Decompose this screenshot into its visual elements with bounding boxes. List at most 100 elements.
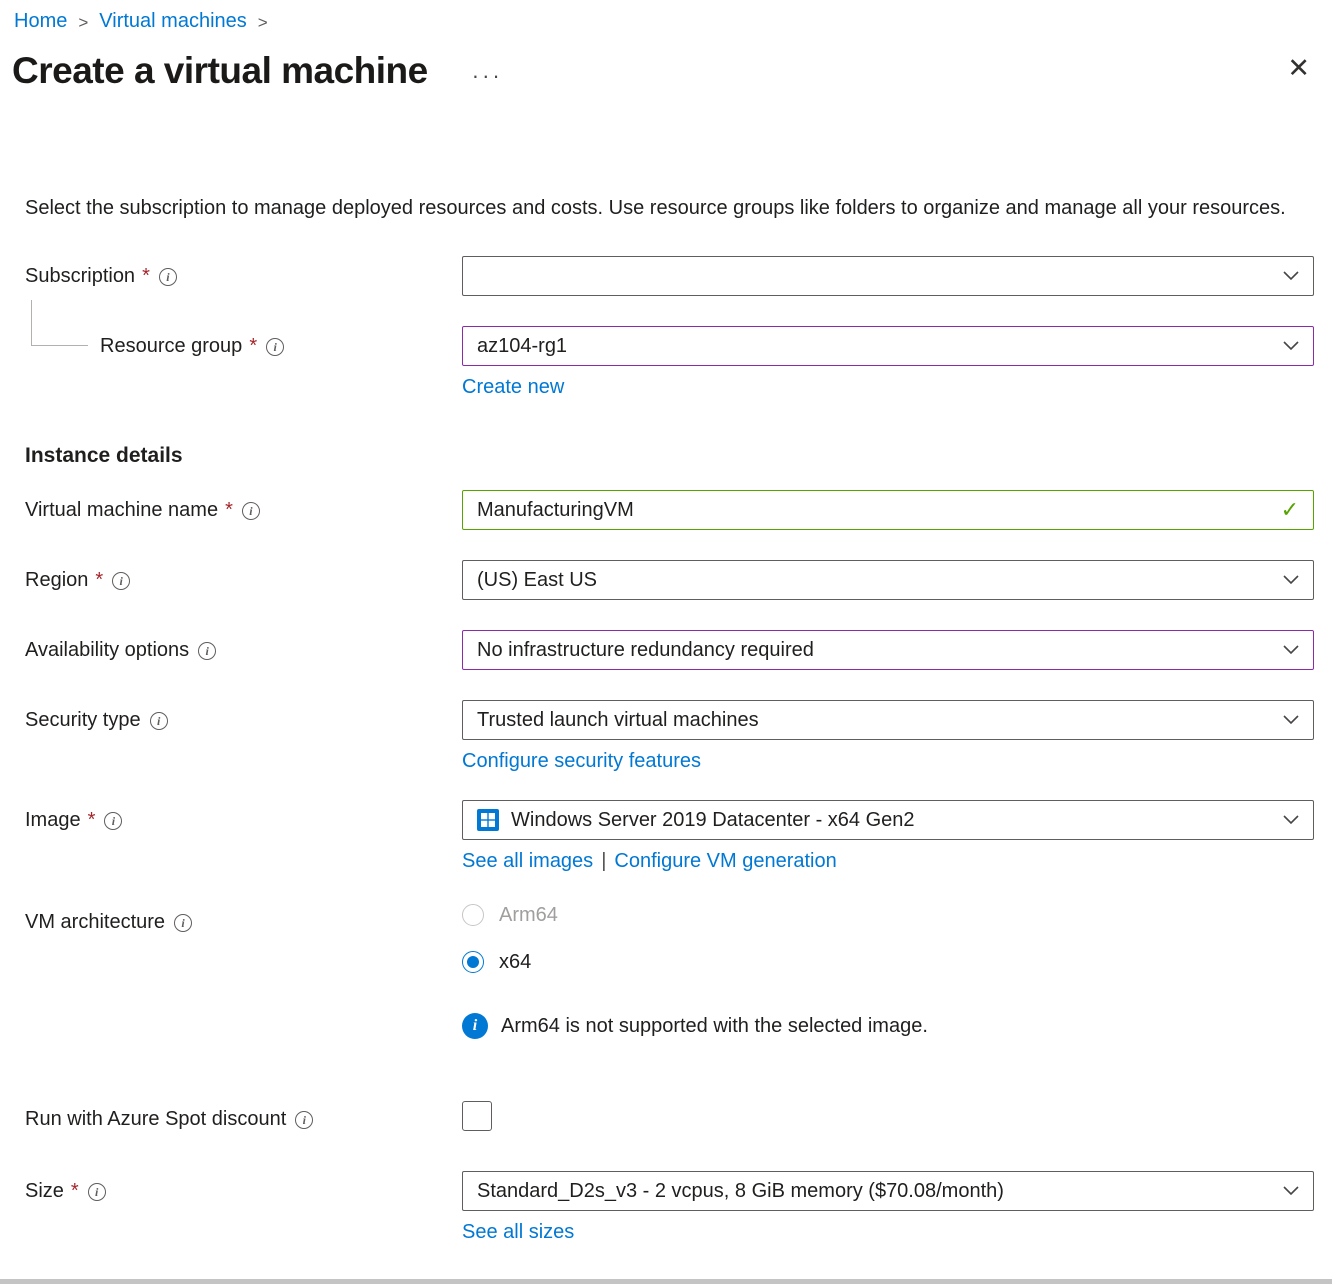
region-label-group: Region * i [25,560,462,592]
availability-control-col: No infrastructure redundancy required [462,630,1314,670]
radio-button-icon [462,904,484,926]
close-icon[interactable]: ✕ [1287,53,1310,83]
see-all-sizes-link[interactable]: See all sizes [462,1220,574,1245]
info-icon[interactable]: i [150,712,168,730]
region-label: Region [25,569,88,592]
required-marker: * [249,335,257,358]
required-marker: * [88,809,96,832]
create-vm-page: Home > Virtual machines > Create a virtu… [0,0,1332,1284]
size-value: Standard_D2s_v3 - 2 vcpus, 8 GiB memory … [477,1180,1004,1203]
image-label-group: Image * i [25,800,462,832]
more-menu-icon[interactable]: ··· [472,63,503,89]
required-marker: * [142,265,150,288]
instance-details-heading: Instance details [25,444,1332,468]
image-value-wrap: Windows Server 2019 Datacenter - x64 Gen… [477,809,915,832]
horizontal-scrollbar[interactable] [0,1279,1332,1284]
info-icon[interactable]: i [295,1111,313,1129]
radio-arm64-label: Arm64 [499,904,558,927]
security-type-label-group: Security type i [25,700,462,732]
chevron-down-icon [1283,1186,1299,1196]
configure-vm-generation-link[interactable]: Configure VM generation [614,849,836,874]
size-control-col: Standard_D2s_v3 - 2 vcpus, 8 GiB memory … [462,1171,1314,1245]
field-row-security-type: Security type i Trusted launch virtual m… [0,700,1332,774]
radio-x64-label: x64 [499,951,531,974]
security-type-label: Security type [25,709,141,732]
field-row-region: Region * i (US) East US [0,560,1332,600]
field-row-subscription: Subscription * i [0,256,1332,296]
chevron-down-icon [1283,815,1299,825]
info-icon[interactable]: i [159,268,177,286]
subscription-label-group: Subscription * i [25,256,462,288]
info-icon[interactable]: i [174,914,192,932]
image-label: Image [25,809,81,832]
field-row-spot-discount: Run with Azure Spot discount i [0,1099,1332,1131]
field-row-size: Size * i Standard_D2s_v3 - 2 vcpus, 8 Gi… [0,1171,1332,1245]
image-control-col: Windows Server 2019 Datacenter - x64 Gen… [462,800,1314,874]
subscription-label: Subscription [25,265,135,288]
chevron-down-icon [1283,715,1299,725]
field-row-vm-architecture: VM architecture i Arm64 x64 i Arm64 is n… [0,902,1332,1039]
info-icon[interactable]: i [88,1183,106,1201]
spot-label-group: Run with Azure Spot discount i [25,1099,462,1131]
region-dropdown[interactable]: (US) East US [462,560,1314,600]
see-all-images-link[interactable]: See all images [462,849,593,874]
info-icon[interactable]: i [112,572,130,590]
chevron-down-icon [1283,575,1299,585]
chevron-down-icon [1283,271,1299,281]
vm-architecture-label: VM architecture [25,911,165,934]
security-type-control-col: Trusted launch virtual machines Configur… [462,700,1314,774]
info-filled-icon: i [462,1013,488,1039]
subscription-dropdown[interactable] [462,256,1314,296]
vm-architecture-label-group: VM architecture i [25,902,462,934]
radio-button-selected-icon [462,951,484,973]
arch-info-text: Arm64 is not supported with the selected… [501,1015,928,1038]
region-value: (US) East US [477,569,597,592]
size-dropdown[interactable]: Standard_D2s_v3 - 2 vcpus, 8 GiB memory … [462,1171,1314,1211]
radio-arm64[interactable]: Arm64 [462,902,1314,928]
security-type-value: Trusted launch virtual machines [477,709,759,732]
region-control-col: (US) East US [462,560,1314,600]
info-icon[interactable]: i [242,502,260,520]
windows-logo-icon [477,809,499,831]
chevron-down-icon [1283,645,1299,655]
availability-options-dropdown[interactable]: No infrastructure redundancy required [462,630,1314,670]
spot-discount-checkbox[interactable] [462,1101,492,1131]
resource-group-value: az104-rg1 [477,335,567,358]
vm-name-value: ManufacturingVM [477,499,634,522]
radio-x64[interactable]: x64 [462,949,1314,975]
resource-group-label-group: Resource group * i [25,326,462,358]
availability-label-group: Availability options i [25,630,462,662]
breadcrumb: Home > Virtual machines > [0,0,1332,33]
spot-discount-label: Run with Azure Spot discount [25,1108,286,1131]
info-icon[interactable]: i [104,812,122,830]
tree-connector [31,300,88,346]
info-icon[interactable]: i [198,642,216,660]
vm-name-label-group: Virtual machine name * i [25,490,462,522]
required-marker: * [225,499,233,522]
vm-name-input[interactable]: ManufacturingVM ✓ [462,490,1314,530]
breadcrumb-separator-icon: > [78,13,88,33]
link-separator: | [601,850,606,872]
size-label-group: Size * i [25,1171,462,1203]
vm-name-label: Virtual machine name [25,499,218,522]
vm-name-control-col: ManufacturingVM ✓ [462,490,1314,530]
valid-check-icon: ✓ [1281,497,1299,523]
field-row-image: Image * i Windows Server 2019 [0,800,1332,874]
create-new-link[interactable]: Create new [462,375,564,400]
configure-security-features-link[interactable]: Configure security features [462,749,701,774]
breadcrumb-separator-icon: > [258,13,268,33]
vm-architecture-control-col: Arm64 x64 i Arm64 is not supported with … [462,902,1314,1039]
required-marker: * [95,569,103,592]
info-icon[interactable]: i [266,338,284,356]
availability-options-label: Availability options [25,639,189,662]
breadcrumb-home-link[interactable]: Home [14,10,67,33]
field-row-availability-options: Availability options i No infrastructure… [0,630,1332,670]
resource-group-control-col: az104-rg1 Create new [462,326,1314,400]
image-dropdown[interactable]: Windows Server 2019 Datacenter - x64 Gen… [462,800,1314,840]
field-row-resource-group: Resource group * i az104-rg1 Create new [0,326,1332,400]
resource-group-dropdown[interactable]: az104-rg1 [462,326,1314,366]
security-type-dropdown[interactable]: Trusted launch virtual machines [462,700,1314,740]
page-title: Create a virtual machine [12,47,428,95]
required-marker: * [71,1180,79,1203]
breadcrumb-virtual-machines-link[interactable]: Virtual machines [99,10,246,33]
